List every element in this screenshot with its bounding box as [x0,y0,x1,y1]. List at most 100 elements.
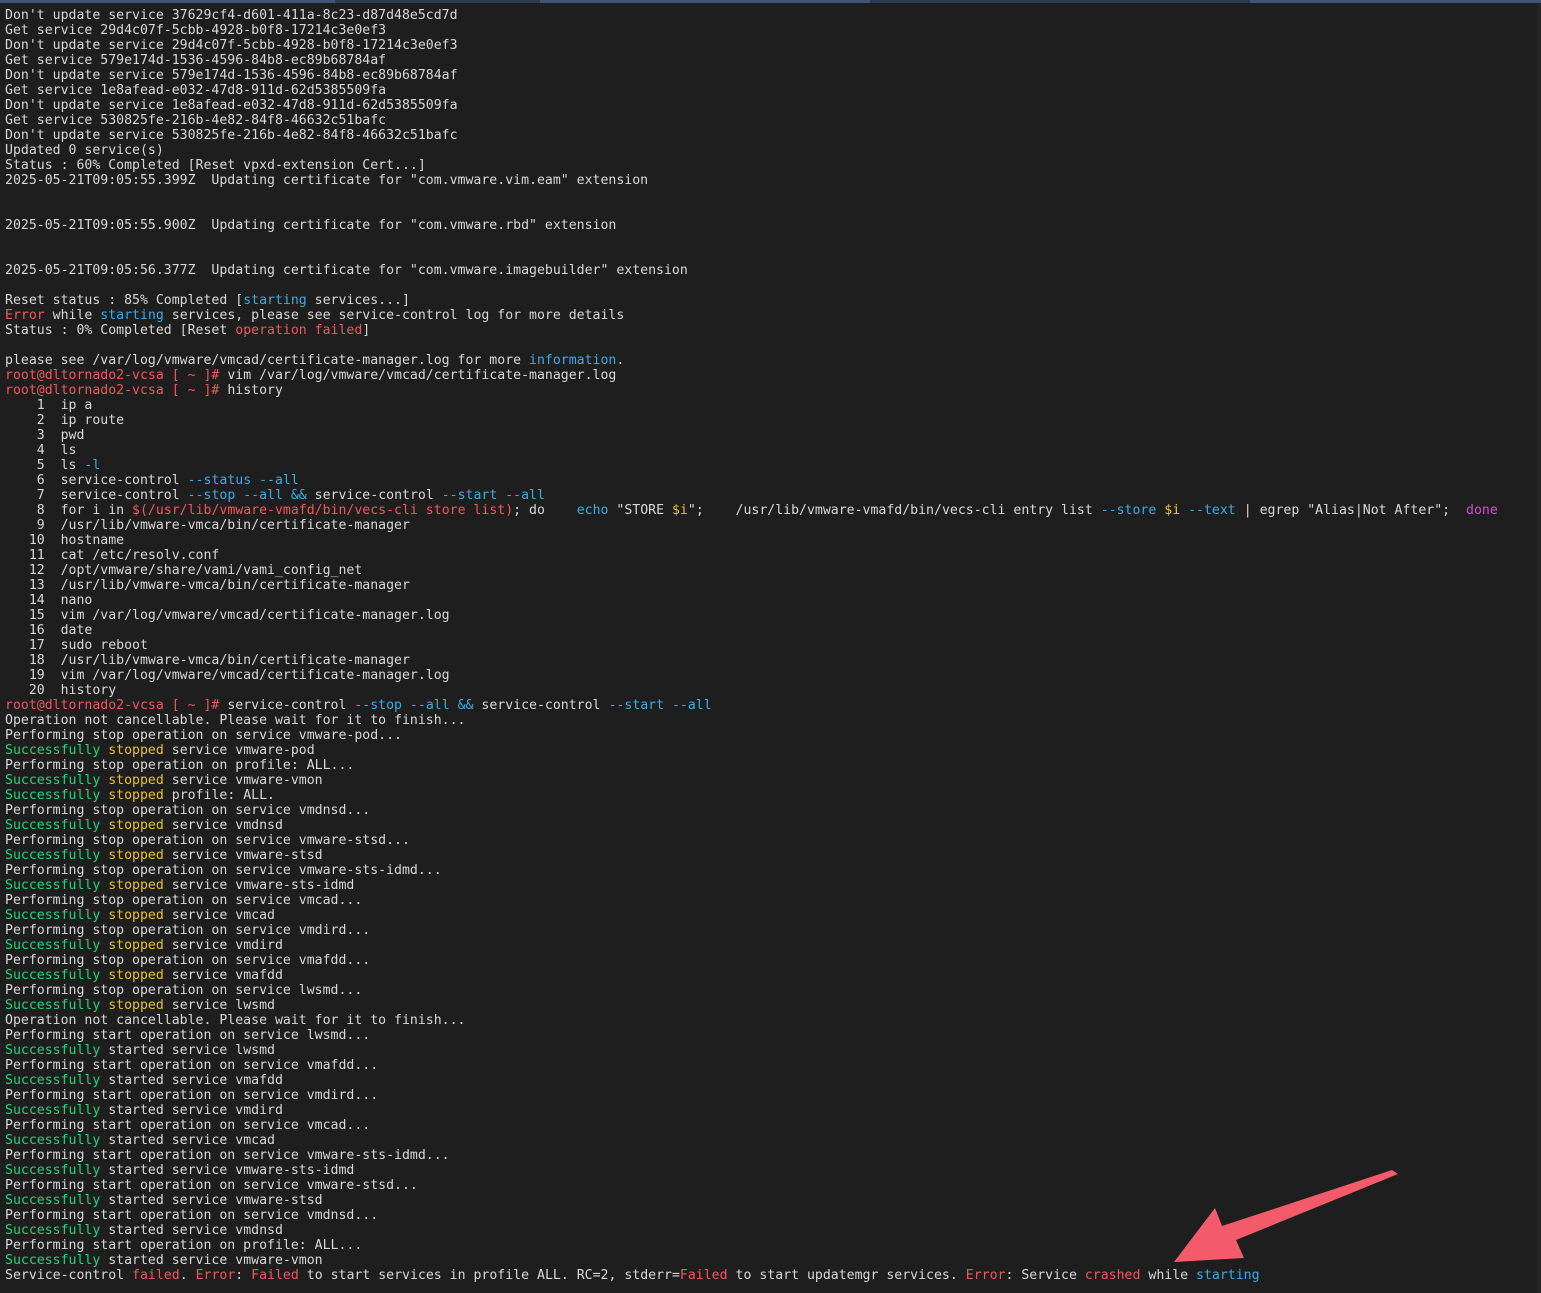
terminal-text-segment: : [235,1268,252,1283]
terminal-text-segment: Status : 0% Completed [Reset [5,323,236,338]
terminal-line: 4 ls [5,443,1541,458]
terminal-text-segment: Successfully [5,788,101,803]
terminal-line: Performing stop operation on service vmw… [5,863,1541,878]
terminal-text-segment: services, please see service-control log… [163,308,625,323]
terminal-line: 9 /usr/lib/vmware-vmca/bin/certificate-m… [5,518,1541,533]
terminal-text-segment: started service vmware-vmon [100,1253,323,1268]
terminal-text-segment: 11 cat /etc/resolv.conf [5,548,220,563]
terminal-text-segment: 19 vim /var/log/vmware/vmcad/certificate… [5,668,450,683]
terminal-line: Performing stop operation on profile: AL… [5,758,1541,773]
terminal-line: Performing stop operation on service vmc… [5,893,1541,908]
terminal-text-segment: stopped [108,998,164,1013]
terminal-line: 17 sudo reboot [5,638,1541,653]
terminal-text-segment: operation failed [235,323,363,338]
terminal-text-segment: started service vmware-sts-idmd [100,1163,355,1178]
terminal-line: Reset status : 85% Completed [starting s… [5,293,1541,308]
terminal-text-segment: Performing start operation on service lw… [5,1028,371,1043]
terminal-text-segment: service-control [481,698,609,713]
terminal-text-segment: Don't update service 1e8afead-e032-47d8-… [5,98,458,113]
terminal-text-segment: service vmafdd [163,968,283,983]
terminal-text-segment: 2025-05-21T09:05:55.399Z Updating certif… [5,173,649,188]
terminal-output[interactable]: Don't update service 37629cf4-d601-411a-… [0,3,1541,1293]
terminal-text-segment: services...] [306,293,410,308]
terminal-text-segment: Successfully [5,848,101,863]
terminal-line: 15 vim /var/log/vmware/vmcad/certificate… [5,608,1541,623]
terminal-text-segment: --status --all [187,473,299,488]
terminal-line: Successfully started service vmcad [5,1133,1541,1148]
terminal-line: Successfully stopped service vmcad [5,908,1541,923]
terminal-line: 20 history [5,683,1541,698]
terminal-text-segment: ] [362,323,371,338]
terminal-text-segment: starting [243,293,307,308]
terminal-text-segment: Successfully [5,1193,101,1208]
terminal-line: Get service 530825fe-216b-4e82-84f8-4663… [5,113,1541,128]
terminal-text-segment: 14 nano [5,593,93,608]
terminal-text-segment: Performing stop operation on service vmw… [5,833,410,848]
terminal-line: 2025-05-21T09:05:56.377Z Updating certif… [5,263,1541,278]
terminal-scrollbar[interactable] [1537,3,1541,1293]
terminal-text-segment: Get service 579e174d-1536-4596-84b8-ec89… [5,53,387,68]
terminal-text-segment: 3 pwd [5,428,85,443]
terminal-line: Successfully stopped service vmafdd [5,968,1541,983]
terminal-text-segment: root@dltornado2-vcsa [ ~ ]# [5,368,220,383]
terminal-text-segment: Successfully [5,968,101,983]
terminal-text-segment: 1 ip a [5,398,93,413]
terminal-text-segment: 16 date [5,623,93,638]
terminal-text-segment: Performing start operation on service vm… [5,1178,418,1193]
terminal-text-segment: 10 hostname [5,533,125,548]
terminal-text-segment: Performing stop operation on service lws… [5,983,363,998]
terminal-text-segment: Successfully [5,1043,101,1058]
terminal-text-segment: 18 /usr/lib/vmware-vmca/bin/certificate-… [5,653,410,668]
terminal-line: Service-control failed. Error: Failed to… [5,1268,1541,1283]
terminal-text-segment: Successfully [5,1133,101,1148]
terminal-line: 14 nano [5,593,1541,608]
terminal-text-segment: Operation not cancellable. Please wait f… [5,1013,466,1028]
terminal-text-segment: stopped [108,773,164,788]
terminal-line: root@dltornado2-vcsa [ ~ ]# vim /var/log… [5,368,1541,383]
terminal-text-segment: starting [100,308,164,323]
terminal-text-segment: to start updatemgr services. [727,1268,966,1283]
terminal-text-segment: Failed [679,1268,728,1283]
terminal-text-segment: Operation not cancellable. Please wait f… [5,713,466,728]
terminal-text-segment: $i [671,503,688,518]
terminal-line: Successfully stopped profile: ALL. [5,788,1541,803]
terminal-text-segment: service lwsmd [163,998,275,1013]
terminal-text-segment: 2025-05-21T09:05:56.377Z Updating certif… [5,263,688,278]
terminal-text-segment: 5 ls [5,458,85,473]
terminal-line: Don't update service 579e174d-1536-4596-… [5,68,1541,83]
terminal-text-segment: started service vmcad [100,1133,275,1148]
terminal-text-segment: root@dltornado2-vcsa [ ~ ]# [5,383,220,398]
terminal-line: Error while starting services, please se… [5,308,1541,323]
terminal-text-segment: information [529,353,617,368]
terminal-text-segment: stopped [108,938,164,953]
terminal-text-segment: crashed [1084,1268,1141,1283]
terminal-text-segment: 7 service-control [5,488,188,503]
terminal-text-segment: Get service 530825fe-216b-4e82-84f8-4663… [5,113,387,128]
terminal-text-segment: Error [5,308,45,323]
terminal-text-segment: 15 vim /var/log/vmware/vmcad/certificate… [5,608,450,623]
terminal-text-segment: service vmdnsd [163,818,283,833]
terminal-text-segment: --start --all [441,488,545,503]
terminal-text-segment: "STORE [608,503,672,518]
terminal-line: Successfully stopped service vmware-vmon [5,773,1541,788]
terminal-text-segment: Performing stop operation on service vmc… [5,893,363,908]
annotation-arrow-icon [1174,1170,1398,1262]
terminal-line: 16 date [5,623,1541,638]
terminal-text-segment: Performing stop operation on service vmd… [5,803,371,818]
annotation-arrow-shape [1174,1170,1398,1262]
terminal-line: 5 ls -l [5,458,1541,473]
terminal-text-segment: Performing stop operation on service vma… [5,953,371,968]
terminal-text-segment: vim /var/log/vmware/vmcad/certificate-ma… [219,368,617,383]
terminal-text-segment: service vmware-pod [163,743,315,758]
terminal-line: Status : 60% Completed [Reset vpxd-exten… [5,158,1541,173]
terminal-text-segment: Get service 29d4c07f-5cbb-4928-b0f8-1721… [5,23,387,38]
terminal-text-segment: Successfully [5,1073,101,1088]
terminal-text-segment: Performing start operation on service vm… [5,1208,379,1223]
terminal-line: Don't update service 1e8afead-e032-47d8-… [5,98,1541,113]
terminal-text-segment: Don't update service 530825fe-216b-4e82-… [5,128,458,143]
terminal-text-segment: Performing start operation on service vm… [5,1058,379,1073]
terminal-text-segment: started service vmafdd [100,1073,283,1088]
